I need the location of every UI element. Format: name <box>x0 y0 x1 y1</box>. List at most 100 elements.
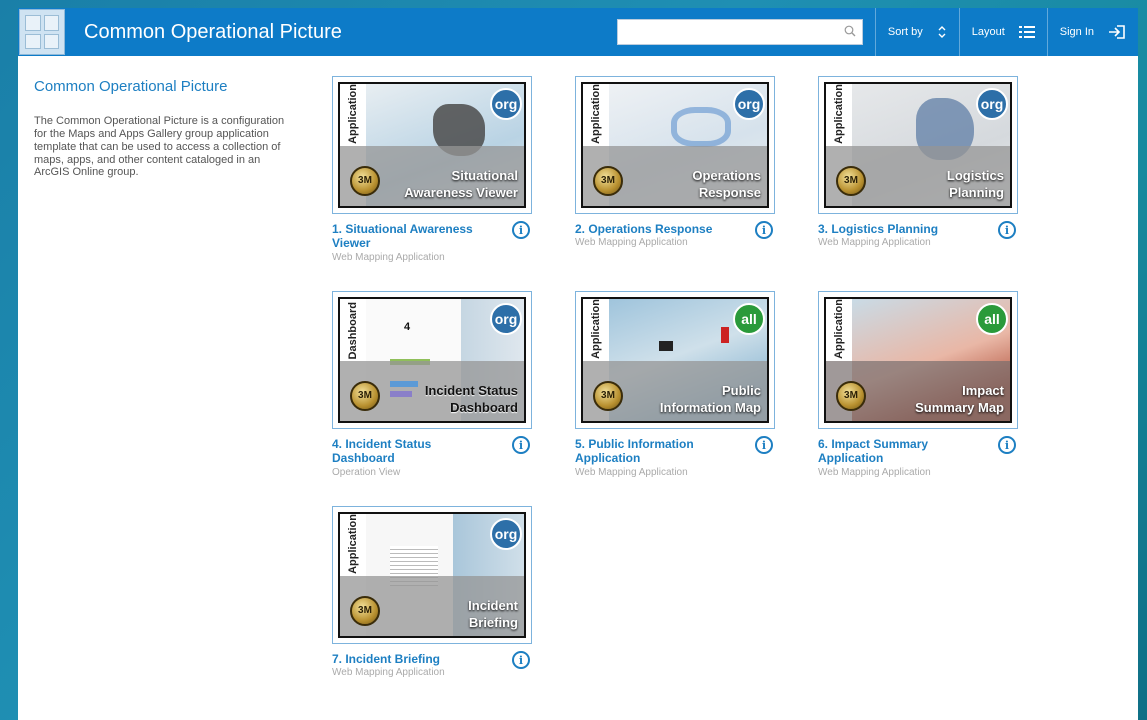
overlay-line: Incident <box>468 598 518 614</box>
list-layout-icon <box>1018 26 1035 38</box>
sharing-badge: org <box>490 303 522 335</box>
top-bar: Common Operational Picture Sort by Layou… <box>18 8 1138 56</box>
item-type: Operation View <box>332 466 401 478</box>
sort-by-label: Sort by <box>887 26 923 38</box>
overlay-line: Operations <box>692 168 761 184</box>
info-icon[interactable]: i <box>998 221 1016 239</box>
seal-label: 3M <box>844 175 858 186</box>
item-type: Web Mapping Application <box>575 466 688 478</box>
thumbnail-overlay-title: Public Information Map <box>660 383 761 417</box>
item-thumbnail[interactable]: Application 3M Operations Response org <box>575 76 775 214</box>
overlay-line: Planning <box>949 185 1004 201</box>
seal-label: 3M <box>601 175 615 186</box>
layout-label: Layout <box>971 26 1005 38</box>
thumbnail-overlay-title: Situational Awareness Viewer <box>404 168 518 202</box>
overlay-line: Logistics <box>946 168 1004 184</box>
sort-arrows-icon <box>938 26 946 38</box>
layout-button[interactable]: Layout <box>958 8 1047 56</box>
item-title-link[interactable]: 7. Incident Briefing <box>332 652 482 666</box>
item-type-tab-label: Application <box>833 299 845 359</box>
group-description: The Common Operational Picture is a conf… <box>34 115 285 179</box>
dashboard-bar <box>390 381 418 387</box>
item-thumbnail[interactable]: Application 3M Logistics Planning org <box>818 76 1018 214</box>
gallery-logo-icon[interactable] <box>19 9 65 55</box>
item-title-link[interactable]: 5. Public Information Application <box>575 437 725 466</box>
item-thumbnail[interactable]: 4 Dashboard 3M Incident Status Dashboard … <box>332 291 532 429</box>
item-type-tab-label: Dashboard <box>347 301 359 359</box>
info-icon[interactable]: i <box>512 436 530 454</box>
info-icon[interactable]: i <box>512 221 530 239</box>
seal-icon: 3M <box>593 166 623 196</box>
item-thumbnail[interactable]: Application 3M Situational Awareness View… <box>332 76 532 214</box>
app-title: Common Operational Picture <box>84 20 342 43</box>
item-title-link[interactable]: 1. Situational Awareness Viewer <box>332 222 482 251</box>
map-feature <box>671 107 731 147</box>
thumbnail-overlay-title: Incident Status Dashboard <box>425 383 518 417</box>
item-type-tab-label: Application <box>590 299 602 359</box>
item-card[interactable]: Application 3M Logistics Planning org 3. … <box>818 76 1018 248</box>
sort-by-button[interactable]: Sort by <box>874 8 959 56</box>
dashboard-count: 4 <box>404 321 411 333</box>
sharing-badge: org <box>490 88 522 120</box>
item-type-tab-label: Application <box>833 84 845 144</box>
sign-in-button[interactable]: Sign In <box>1046 8 1138 56</box>
item-title-link[interactable]: 6. Impact Summary Application <box>818 437 968 466</box>
seal-label: 3M <box>358 605 372 616</box>
sharing-badge: org <box>976 88 1008 120</box>
overlay-line: Incident Status <box>424 383 518 399</box>
overlay-line: Situational <box>451 168 518 184</box>
seal-label: 3M <box>358 175 372 186</box>
sharing-badge: org <box>733 88 765 120</box>
item-type-tab-label: Application <box>347 84 359 144</box>
item-card[interactable]: Application 3M Public Information Map all… <box>575 291 775 478</box>
seal-icon: 3M <box>350 166 380 196</box>
item-title-link[interactable]: 3. Logistics Planning <box>818 222 968 236</box>
overlay-line: Awareness Viewer <box>404 185 518 201</box>
sign-in-label: Sign In <box>1059 26 1094 38</box>
sharing-badge: all <box>976 303 1008 335</box>
seal-icon: 3M <box>350 381 380 411</box>
map-feature <box>659 341 673 351</box>
app-frame: Common Operational Picture Sort by Layou… <box>18 8 1138 720</box>
item-type-tab-label: Application <box>590 84 602 144</box>
item-thumbnail[interactable]: Application 3M Impact Summary Map all <box>818 291 1018 429</box>
item-title-link[interactable]: 2. Operations Response <box>575 222 725 236</box>
seal-icon: 3M <box>836 166 866 196</box>
item-title-link[interactable]: 4. Incident Status Dashboard <box>332 437 482 466</box>
seal-icon: 3M <box>593 381 623 411</box>
search-box[interactable] <box>616 19 863 45</box>
seal-icon: 3M <box>350 596 380 626</box>
thumbnail-overlay-title: Incident Briefing <box>468 598 518 632</box>
map-feature <box>721 327 729 343</box>
info-icon[interactable]: i <box>512 651 530 669</box>
overlay-line: Impact <box>962 383 1004 399</box>
seal-icon: 3M <box>836 381 866 411</box>
sharing-badge: all <box>733 303 765 335</box>
overlay-line: Response <box>698 185 761 201</box>
item-thumbnail[interactable]: Application 3M Public Information Map all <box>575 291 775 429</box>
thumbnail-overlay-title: Logistics Planning <box>947 168 1004 202</box>
item-card[interactable]: 4 Dashboard 3M Incident Status Dashboard … <box>332 291 532 478</box>
sign-in-icon <box>1109 25 1125 39</box>
search-icon[interactable] <box>844 25 856 37</box>
item-card[interactable]: Application 3M Situational Awareness View… <box>332 76 532 263</box>
item-card[interactable]: Application 3M Operations Response org 2.… <box>575 76 775 248</box>
item-card[interactable]: Application 3M Impact Summary Map all 6. … <box>818 291 1018 478</box>
item-card[interactable]: Application 3M Incident Briefing org 7. I… <box>332 506 532 678</box>
seal-label: 3M <box>601 390 615 401</box>
thumbnail-overlay-title: Impact Summary Map <box>915 383 1004 417</box>
item-type-tab-label: Application <box>347 514 359 574</box>
info-icon[interactable]: i <box>755 436 773 454</box>
info-icon[interactable]: i <box>998 436 1016 454</box>
overlay-line: Briefing <box>468 615 518 631</box>
item-type: Web Mapping Application <box>332 667 445 679</box>
overlay-line: Public <box>721 383 761 399</box>
overlay-line: Dashboard <box>450 400 518 416</box>
seal-label: 3M <box>844 390 858 401</box>
item-type: Web Mapping Application <box>818 237 931 249</box>
info-icon[interactable]: i <box>755 221 773 239</box>
dashboard-bar <box>390 391 412 397</box>
item-thumbnail[interactable]: Application 3M Incident Briefing org <box>332 506 532 644</box>
overlay-line: Summary Map <box>915 400 1004 416</box>
search-input[interactable] <box>617 20 862 44</box>
